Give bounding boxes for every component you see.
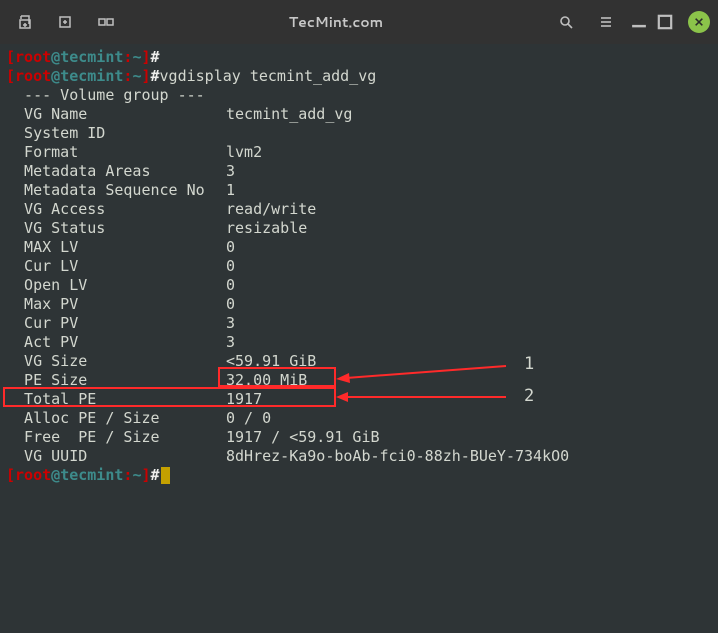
window-title: TecMint.com [124,12,548,32]
search-button[interactable] [548,7,584,37]
output-line: Formatlvm2 [6,143,712,162]
output-line: Free PE / Size1917 / <59.91 GiB [6,428,712,447]
new-window-button[interactable] [48,7,84,37]
output-line: PE Size32.00 MiB [6,371,712,390]
output-line: Cur LV0 [6,257,712,276]
tabs-button[interactable] [88,7,124,37]
output-line: --- Volume group --- [6,86,712,105]
annotation-label-1: 1 [524,355,534,374]
output-line: Total PE1917 [6,390,712,409]
menu-button[interactable] [588,7,624,37]
output-line: Max PV0 [6,295,712,314]
new-tab-button[interactable] [8,7,44,37]
output-line: Metadata Areas3 [6,162,712,181]
output-line: VG UUID8dHrez-Ka9o-boAb-fci0-88zh-BUeY-7… [6,447,712,466]
entered-command: vgdisplay tecmint_add_vg [160,67,377,85]
output-line: System ID [6,124,712,143]
terminal-viewport[interactable]: [root@tecmint:~]# [root@tecmint:~]#vgdis… [0,44,718,489]
prompt-line: [root@tecmint:~]# [6,466,712,485]
output-line: VG Statusresizable [6,219,712,238]
close-button[interactable] [688,11,710,33]
minimize-button[interactable] [628,11,650,33]
output-line: MAX LV0 [6,238,712,257]
output-line: VG Size<59.91 GiB [6,352,712,371]
output-line: Cur PV3 [6,314,712,333]
prompt-line: [root@tecmint:~]#vgdisplay tecmint_add_v… [6,67,712,86]
titlebar: TecMint.com [0,0,718,44]
maximize-button[interactable] [654,11,676,33]
prompt-line: [root@tecmint:~]# [6,48,712,67]
terminal-cursor [161,467,170,484]
output-line: Open LV0 [6,276,712,295]
output-line: Metadata Sequence No1 [6,181,712,200]
annotation-label-2: 2 [524,387,534,406]
output-line: Act PV3 [6,333,712,352]
output-line: VG Accessread/write [6,200,712,219]
output-line: VG Nametecmint_add_vg [6,105,712,124]
output-line: Alloc PE / Size0 / 0 [6,409,712,428]
